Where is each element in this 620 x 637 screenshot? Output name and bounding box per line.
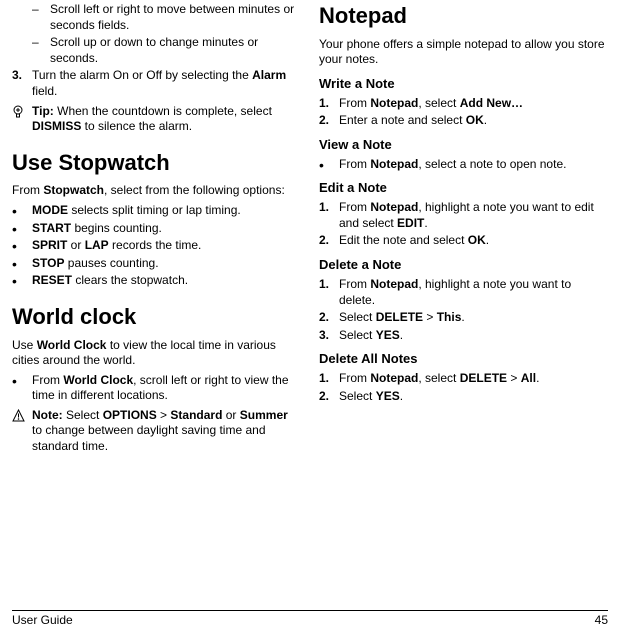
page-number: 45	[595, 613, 608, 629]
heading-edit-note: Edit a Note	[319, 180, 608, 197]
delete-step-1: 1. From Notepad, highlight a note you wa…	[319, 277, 608, 308]
step-number: 2.	[319, 233, 339, 249]
bullet-icon: •	[12, 256, 32, 272]
heading-stopwatch: Use Stopwatch	[12, 149, 301, 178]
stopwatch-reset-item: • RESET clears the stopwatch.	[12, 273, 301, 289]
page-footer: User Guide 45	[12, 610, 608, 629]
right-column: Notepad Your phone offers a simple notep…	[319, 2, 608, 459]
note-text: Note: Select OPTIONS > Standard or Summe…	[32, 408, 301, 455]
substep-text: Scroll left or right to move between min…	[50, 2, 301, 33]
step-number: 1.	[319, 371, 339, 387]
bullet-icon: •	[12, 373, 32, 404]
delete-all-step-1: 1. From Notepad, select DELETE > All.	[319, 371, 608, 387]
bullet-icon: •	[12, 203, 32, 219]
lightbulb-icon	[12, 105, 24, 124]
left-column: – Scroll left or right to move between m…	[12, 2, 301, 459]
bullet-icon: •	[319, 157, 339, 173]
edit-step-1: 1. From Notepad, highlight a note you wa…	[319, 200, 608, 231]
step-number: 2.	[319, 310, 339, 326]
substep-scroll-lr: – Scroll left or right to move between m…	[32, 2, 301, 33]
world-clock-scroll-item: • From World Clock, scroll left or right…	[12, 373, 301, 404]
substep-text: Scroll up or down to change minutes or s…	[50, 35, 301, 66]
notepad-intro: Your phone offers a simple notepad to al…	[319, 37, 608, 68]
edit-step-2: 2. Edit the note and select OK.	[319, 233, 608, 249]
stopwatch-sprit-lap-item: • SPRIT or LAP records the time.	[12, 238, 301, 254]
world-clock-intro: Use World Clock to view the local time i…	[12, 338, 301, 369]
bullet-icon: •	[12, 238, 32, 254]
heading-view-note: View a Note	[319, 137, 608, 154]
delete-step-2: 2. Select DELETE > This.	[319, 310, 608, 326]
stopwatch-start-item: • START begins counting.	[12, 221, 301, 237]
step-number: 1.	[319, 96, 339, 112]
step-number: 3.	[319, 328, 339, 344]
step-3: 3. Turn the alarm On or Off by selecting…	[12, 68, 301, 99]
view-note-item: • From Notepad, select a note to open no…	[319, 157, 608, 173]
substep-scroll-ud: – Scroll up or down to change minutes or…	[32, 35, 301, 66]
tip-block: Tip: When the countdown is complete, sel…	[12, 104, 301, 135]
bullet-icon: •	[12, 273, 32, 289]
step-text: Turn the alarm On or Off by selecting th…	[32, 68, 301, 99]
warning-icon	[12, 409, 25, 427]
tip-text: Tip: When the countdown is complete, sel…	[32, 104, 301, 135]
step-number: 1.	[319, 200, 339, 231]
stopwatch-intro: From Stopwatch, select from the followin…	[12, 183, 301, 199]
heading-world-clock: World clock	[12, 303, 301, 332]
delete-all-step-2: 2. Select YES.	[319, 389, 608, 405]
heading-delete-note: Delete a Note	[319, 257, 608, 274]
heading-notepad: Notepad	[319, 2, 608, 31]
bullet-icon: •	[12, 221, 32, 237]
footer-title: User Guide	[12, 613, 73, 629]
dash: –	[32, 2, 50, 33]
stopwatch-stop-item: • STOP pauses counting.	[12, 256, 301, 272]
write-step-1: 1. From Notepad, select Add New…	[319, 96, 608, 112]
step-number: 1.	[319, 277, 339, 308]
delete-step-3: 3. Select YES.	[319, 328, 608, 344]
heading-delete-all-notes: Delete All Notes	[319, 351, 608, 368]
heading-write-note: Write a Note	[319, 76, 608, 93]
step-number: 2.	[319, 113, 339, 129]
write-step-2: 2. Enter a note and select OK.	[319, 113, 608, 129]
note-block: Note: Select OPTIONS > Standard or Summe…	[12, 408, 301, 455]
step-number: 2.	[319, 389, 339, 405]
step-number: 3.	[12, 68, 32, 99]
stopwatch-mode-item: • MODE selects split timing or lap timin…	[12, 203, 301, 219]
dash: –	[32, 35, 50, 66]
